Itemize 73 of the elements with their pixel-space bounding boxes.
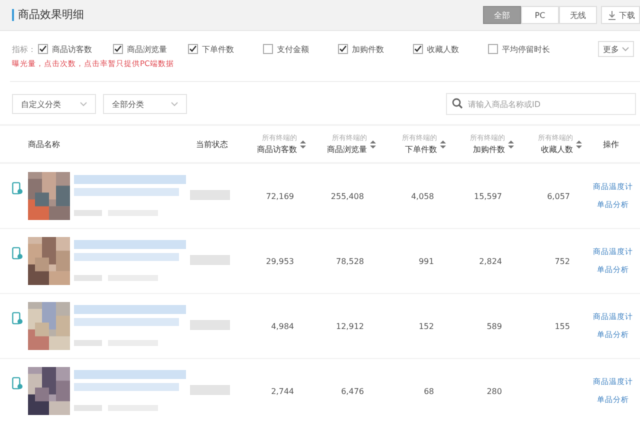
blurred-status-drawing	[190, 255, 230, 265]
table-cell-text: 152	[418, 322, 435, 330]
more-dropdown[interactable]: 更多	[598, 41, 634, 57]
table-cell-text: 4,984	[270, 322, 295, 330]
table-cell-text: 255,408	[330, 192, 365, 200]
table-cell-text: 6,476	[340, 386, 365, 396]
table-cell-text: 6,057	[546, 192, 571, 200]
table-cell-text: 280	[486, 386, 503, 396]
sort-icon[interactable]	[576, 140, 582, 148]
caret-icon	[622, 46, 629, 52]
checkbox[interactable]	[113, 44, 123, 54]
download-icon	[608, 10, 616, 20]
table-cell-text: 2,824	[478, 256, 503, 266]
checkbox-label[interactable]: 加购件数	[352, 44, 384, 54]
checkmark-icon	[114, 45, 122, 53]
table-cell-text: 991	[418, 256, 435, 266]
table-cell-text: 15,597	[473, 192, 503, 200]
checkbox-label[interactable]: 平均停留时长	[502, 44, 550, 54]
table-cell-text: 752	[554, 256, 571, 266]
checkmark-icon	[339, 45, 347, 53]
terminal-tab[interactable]: 无线	[559, 6, 597, 24]
blurred-status-drawing	[190, 385, 230, 395]
metrics-label: 指标：	[12, 44, 37, 54]
caret-icon	[171, 102, 178, 106]
table-cell-text: 29,953	[265, 256, 295, 266]
checkmark-icon	[39, 45, 47, 53]
download-button[interactable]: 下载	[601, 6, 640, 24]
table-cell-text: 155	[554, 322, 571, 330]
checkmark-icon	[414, 45, 422, 53]
blurred-status-drawing	[190, 190, 230, 200]
column-header: 当前状态	[196, 138, 228, 150]
table-cell-text: 589	[486, 322, 503, 330]
phone-icon	[12, 377, 23, 390]
checkbox[interactable]	[338, 44, 348, 54]
phone-icon	[12, 182, 23, 195]
table-cell-text: 2,744	[270, 386, 295, 396]
checkbox-label[interactable]: 支付金额	[277, 44, 309, 54]
column-header: 商品访客数	[257, 144, 297, 156]
checkmark-icon	[189, 45, 197, 53]
sort-icon[interactable]	[508, 140, 514, 148]
checkbox-label[interactable]: 商品访客数	[52, 44, 92, 54]
table-cell-text: 68	[422, 386, 435, 396]
column-header: 操作	[603, 138, 619, 150]
checkbox[interactable]	[188, 44, 198, 54]
search-field[interactable]: 请输入商品名称或ID	[446, 93, 636, 115]
checkbox[interactable]	[38, 44, 48, 54]
column-header: 收藏人数	[541, 144, 573, 156]
category-dropdown[interactable]: 全部分类	[103, 94, 187, 114]
column-header: 下单件数	[405, 144, 437, 156]
phone-icon	[12, 247, 23, 260]
column-header: 加购件数	[473, 144, 505, 156]
table-cell-text: 78,528	[335, 256, 365, 266]
checkbox[interactable]	[488, 44, 498, 54]
checkbox-label[interactable]: 收藏人数	[427, 44, 459, 54]
caret-icon	[80, 102, 87, 106]
terminal-tab[interactable]: PC	[521, 6, 559, 24]
checkbox-label[interactable]: 下单件数	[202, 44, 234, 54]
table-cell-text: 72,169	[265, 192, 295, 200]
table-cell-text: 12,912	[335, 322, 365, 330]
checkbox[interactable]	[413, 44, 423, 54]
sort-icon[interactable]	[370, 140, 376, 148]
table-cell-text: 4,058	[410, 192, 435, 200]
column-header: 商品名称	[28, 138, 60, 150]
column-header: 商品浏览量	[327, 144, 367, 156]
phone-icon	[12, 312, 23, 325]
search-icon	[452, 98, 463, 109]
sort-icon[interactable]	[440, 140, 446, 148]
checkbox[interactable]	[263, 44, 273, 54]
sort-icon[interactable]	[300, 140, 306, 148]
section-title: 商品效果明细	[12, 9, 84, 21]
category-dropdown[interactable]: 自定义分类	[12, 94, 96, 114]
blurred-status-drawing	[190, 320, 230, 330]
checkbox-label[interactable]: 商品浏览量	[127, 44, 167, 54]
